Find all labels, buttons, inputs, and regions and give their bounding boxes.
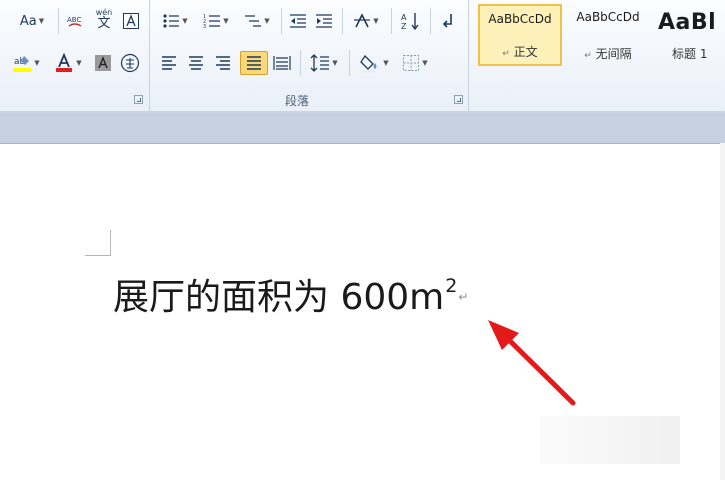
paragraph-group-label: 段落: [285, 94, 310, 108]
multilevel-list-icon: [245, 15, 262, 27]
borders-button[interactable]: ▼: [398, 52, 432, 74]
increase-indent-button[interactable]: [313, 10, 335, 32]
justify-button[interactable]: [240, 51, 268, 75]
change-case-button[interactable]: Aa ▼: [12, 10, 52, 32]
document-text[interactable]: 展厅的面积为 600m2↵: [113, 268, 468, 320]
phonetic-guide-icon: wén 文: [95, 7, 113, 31]
margin-corner-mark: [85, 230, 111, 256]
paragraph-dialog-launcher-icon[interactable]: [454, 95, 463, 104]
svg-text:Z: Z: [401, 22, 407, 31]
align-right-button[interactable]: [212, 52, 234, 74]
watermark: [540, 416, 680, 464]
style-normal[interactable]: AaBbCcDd ↵ 正文: [478, 4, 562, 66]
style-name: 正文: [513, 45, 538, 59]
paragraph-mark: ↵: [458, 290, 469, 304]
svg-text:A: A: [401, 13, 407, 22]
font-color-icon: [56, 53, 73, 72]
svg-text:ABC: ABC: [67, 16, 81, 24]
distributed-icon: [273, 56, 291, 70]
numbering-icon: 1 2 3: [203, 14, 221, 30]
style-sample: AaBbCcDd: [576, 10, 640, 24]
sort-icon: A Z: [401, 13, 419, 31]
character-shading-button[interactable]: [92, 52, 114, 74]
style-heading-1[interactable]: AaBl 标题 1: [654, 4, 725, 66]
align-right-icon: [216, 56, 230, 70]
clear-format-icon: ABC: [67, 16, 81, 27]
page-background: [0, 113, 725, 144]
clear-format-button[interactable]: ABC: [64, 10, 86, 32]
phonetic-guide-button[interactable]: wén 文: [92, 8, 116, 30]
change-case-icon: Aa: [19, 13, 37, 29]
show-marks-button[interactable]: [437, 10, 461, 32]
center-icon: [189, 56, 203, 70]
style-sample: AaBbCcDd: [488, 12, 552, 26]
character-border-button[interactable]: [120, 10, 142, 32]
decrease-indent-button[interactable]: [287, 10, 309, 32]
document-text-content: 展厅的面积为 600m: [113, 277, 445, 318]
center-button[interactable]: [185, 52, 207, 74]
align-left-icon: [162, 56, 176, 70]
chinese-layout-button[interactable]: ▼: [348, 10, 384, 32]
font-dialog-launcher-icon[interactable]: [134, 95, 143, 104]
style-name: 无间隔: [595, 47, 632, 61]
shading-button[interactable]: ▼: [355, 52, 393, 74]
enclose-characters-icon: [120, 53, 140, 73]
chinese-layout-icon: [354, 13, 371, 28]
svg-text:3: 3: [203, 24, 206, 30]
font-color-button[interactable]: ▼: [50, 52, 86, 74]
show-marks-icon: [442, 14, 452, 28]
align-left-button[interactable]: [158, 52, 180, 74]
highlight-icon: ab: [13, 56, 32, 72]
style-name: 标题 1: [672, 47, 708, 61]
enclose-characters-button[interactable]: [118, 52, 142, 74]
bullets-button[interactable]: ▼: [158, 10, 192, 32]
highlight-button[interactable]: ab ▼: [8, 52, 44, 74]
borders-icon: [403, 55, 420, 71]
paragraph-mark-icon: ↵: [502, 49, 510, 59]
style-sample: AaBl: [658, 10, 717, 35]
line-spacing-button[interactable]: ▼: [306, 52, 342, 74]
paragraph-mark-icon: ↵: [584, 51, 592, 61]
line-spacing-icon: [310, 54, 330, 72]
decrease-indent-icon: [290, 14, 306, 28]
increase-indent-icon: [316, 14, 332, 28]
numbering-button[interactable]: 1 2 3 ▼: [198, 10, 234, 32]
bullets-icon: [163, 14, 180, 28]
style-no-spacing[interactable]: AaBbCcDd ↵ 无间隔: [566, 4, 650, 66]
ribbon: Aa ▼ ABC wén 文 ab ▼ ▼ ▼ 1 2 3 ▼ ▼ ▼ A Z …: [0, 0, 725, 112]
distributed-button[interactable]: [271, 52, 293, 74]
page-edge: [720, 143, 725, 480]
character-border-icon: [123, 13, 139, 29]
sort-button[interactable]: A Z: [397, 10, 423, 32]
multilevel-list-button[interactable]: ▼: [240, 10, 274, 32]
shading-icon: [360, 54, 377, 73]
superscript-2: 2: [445, 275, 458, 297]
justify-icon: [247, 56, 261, 70]
character-shading-icon: [95, 55, 111, 71]
